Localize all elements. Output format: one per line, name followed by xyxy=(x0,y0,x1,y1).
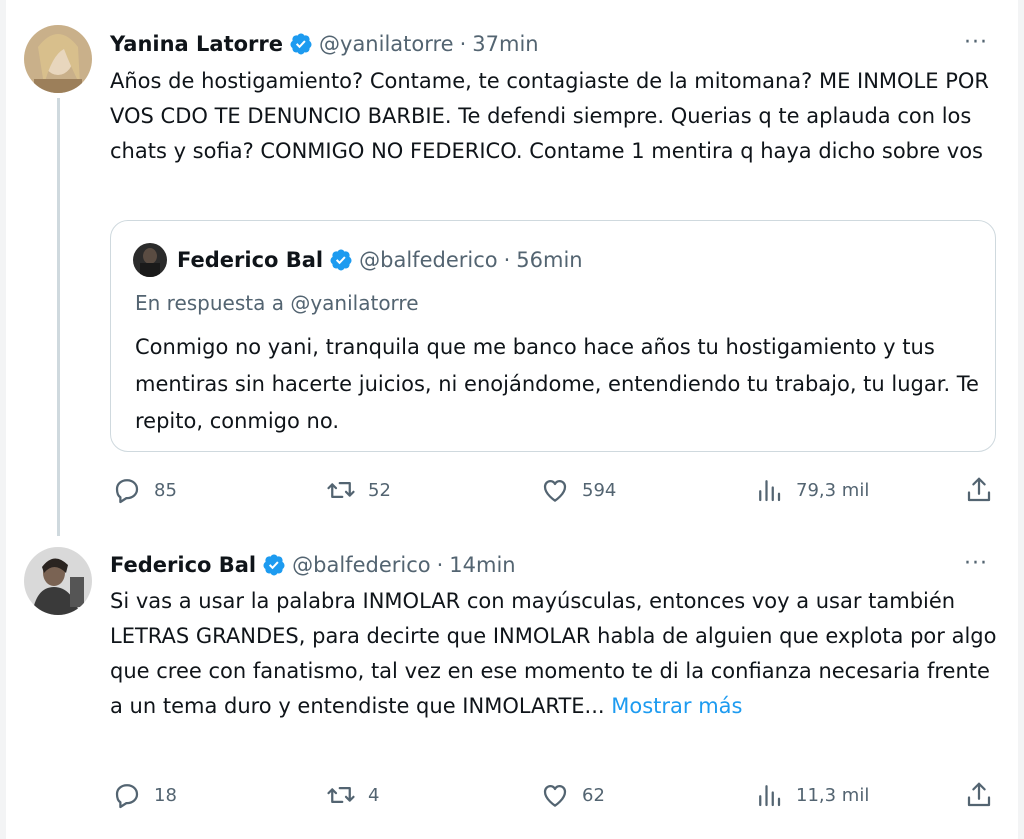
author-name[interactable]: Federico Bal xyxy=(110,551,256,579)
author-name[interactable]: Yanina Latorre xyxy=(110,30,283,58)
heart-icon xyxy=(543,480,567,502)
avatar[interactable] xyxy=(24,547,92,615)
verified-badge-icon xyxy=(290,33,312,55)
quoted-author-handle: @balfederico xyxy=(359,248,498,272)
bar-chart-icon xyxy=(759,480,781,502)
reply-count: 18 xyxy=(154,784,177,806)
reply-button[interactable]: 18 xyxy=(112,779,177,811)
more-dots-icon[interactable]: ··· xyxy=(962,28,990,56)
timestamp[interactable]: 37min xyxy=(472,30,538,58)
like-button[interactable]: 62 xyxy=(540,779,605,811)
like-button[interactable]: 594 xyxy=(540,474,616,506)
views-count: 11,3 mil xyxy=(796,784,870,806)
retweet-icon xyxy=(327,482,355,498)
views-button[interactable]: 11,3 mil xyxy=(754,779,869,811)
show-more-link[interactable]: Mostrar más xyxy=(611,694,742,718)
separator-dot: · xyxy=(459,32,467,56)
tweet-actions: 18 4 62 11,3 mil xyxy=(112,779,1002,811)
separator-dot: · xyxy=(436,553,444,577)
timeline: Yanina Latorre @yanilatorre · 37min ··· … xyxy=(6,0,1018,839)
bar-chart-icon xyxy=(759,785,781,807)
share-icon xyxy=(967,782,991,807)
tweet-text: Si vas a usar la palabra INMOLAR con may… xyxy=(110,584,1000,724)
retweet-count: 4 xyxy=(368,784,380,806)
retweet-icon xyxy=(327,787,355,803)
retweet-button[interactable]: 4 xyxy=(326,779,379,811)
share-button[interactable] xyxy=(964,474,1006,506)
quoted-header: Federico Bal @balfederico · 56min xyxy=(177,246,583,274)
quoted-tweet[interactable]: Federico Bal @balfederico · 56min En res… xyxy=(110,220,996,452)
timestamp[interactable]: 14min xyxy=(449,551,515,579)
more-dots-icon[interactable]: ··· xyxy=(962,549,990,577)
quoted-timestamp: 56min xyxy=(516,248,583,272)
separator-dot: · xyxy=(503,248,511,272)
views-button[interactable]: 79,3 mil xyxy=(754,474,869,506)
tweet-header: Yanina Latorre @yanilatorre · 37min xyxy=(110,30,539,58)
retweet-button[interactable]: 52 xyxy=(326,474,391,506)
avatar[interactable] xyxy=(24,25,92,93)
quoted-text: Conmigo no yani, tranquila que me banco … xyxy=(135,335,979,433)
author-handle[interactable]: @balfederico xyxy=(292,551,430,579)
reply-count: 85 xyxy=(154,479,177,501)
like-count: 594 xyxy=(582,479,617,501)
reply-button[interactable]: 85 xyxy=(112,474,177,506)
tweet-text-body: Si vas a usar la palabra INMOLAR con may… xyxy=(110,589,997,718)
quoted-author-name: Federico Bal xyxy=(177,248,324,272)
heart-icon xyxy=(543,785,567,807)
retweet-count: 52 xyxy=(368,479,391,501)
views-count: 79,3 mil xyxy=(796,479,870,501)
tweet-federico[interactable]: Federico Bal @balfederico · 14min ··· Si… xyxy=(6,540,1018,839)
tweet-header: Federico Bal @balfederico · 14min xyxy=(110,551,516,579)
verified-badge-icon xyxy=(263,554,285,576)
speech-bubble-icon xyxy=(115,479,139,504)
share-icon xyxy=(967,477,991,502)
speech-bubble-icon xyxy=(115,784,139,809)
like-count: 62 xyxy=(582,784,605,806)
quoted-reply-context: En respuesta a @yanilatorre xyxy=(135,291,419,315)
quoted-avatar xyxy=(133,243,167,277)
tweet-text: Años de hostigamiento? Contame, te conta… xyxy=(110,69,989,163)
tweet-actions: 85 52 594 79,3 mil xyxy=(112,474,1002,506)
verified-badge-icon xyxy=(330,249,352,271)
tweet-yanina[interactable]: Yanina Latorre @yanilatorre · 37min ··· … xyxy=(6,0,1018,540)
share-button[interactable] xyxy=(964,779,1006,811)
author-handle[interactable]: @yanilatorre xyxy=(319,30,454,58)
